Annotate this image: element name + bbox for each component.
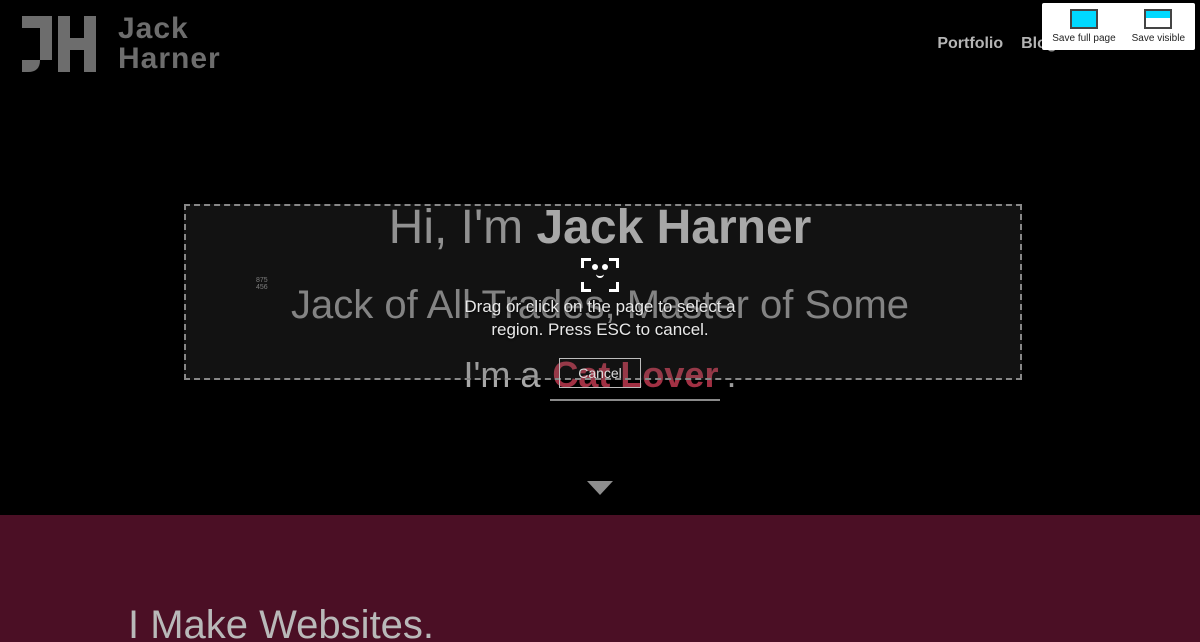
websites-heading: I Make Websites. [128,603,434,642]
hero-section: Hi, I'm Jack Harner Jack of All Trades, … [0,80,1200,515]
logo-text-last: Harner [118,44,221,74]
scroll-down-icon[interactable] [587,481,613,502]
logo-text-first: Jack [118,14,221,44]
hero-title: Hi, I'm Jack Harner [291,200,909,255]
nav-portfolio[interactable]: Portfolio [937,35,1003,53]
save-full-page-button[interactable]: Save full page [1052,9,1115,44]
hero-role: I'm a Cat Lover. [291,354,909,396]
hero-name: Jack Harner [536,201,811,254]
full-page-icon [1070,9,1098,29]
logo[interactable]: Jack Harner [22,14,221,74]
save-visible-button[interactable]: Save visible [1132,9,1185,44]
hero-role-prefix: I'm a [464,354,551,395]
site-header: Jack Harner Portfolio Blog About Resu [0,0,1200,80]
logo-text: Jack Harner [118,14,221,74]
save-full-label: Save full page [1052,33,1115,44]
save-visible-label: Save visible [1132,33,1185,44]
tiny-dimensions-badge: 875456 [256,277,270,291]
capture-toolbar: Save full page Save visible [1042,3,1195,50]
hero-role-value: Cat Lover [550,354,720,401]
hero-tagline: Jack of All Trades, Master of Some [291,283,909,328]
hero-greeting: Hi, I'm [389,201,537,254]
websites-section: I Make Websites. [0,515,1200,642]
hero-role-suffix: . [726,354,736,395]
visible-page-icon [1144,9,1172,29]
logo-mark-icon [22,14,110,74]
